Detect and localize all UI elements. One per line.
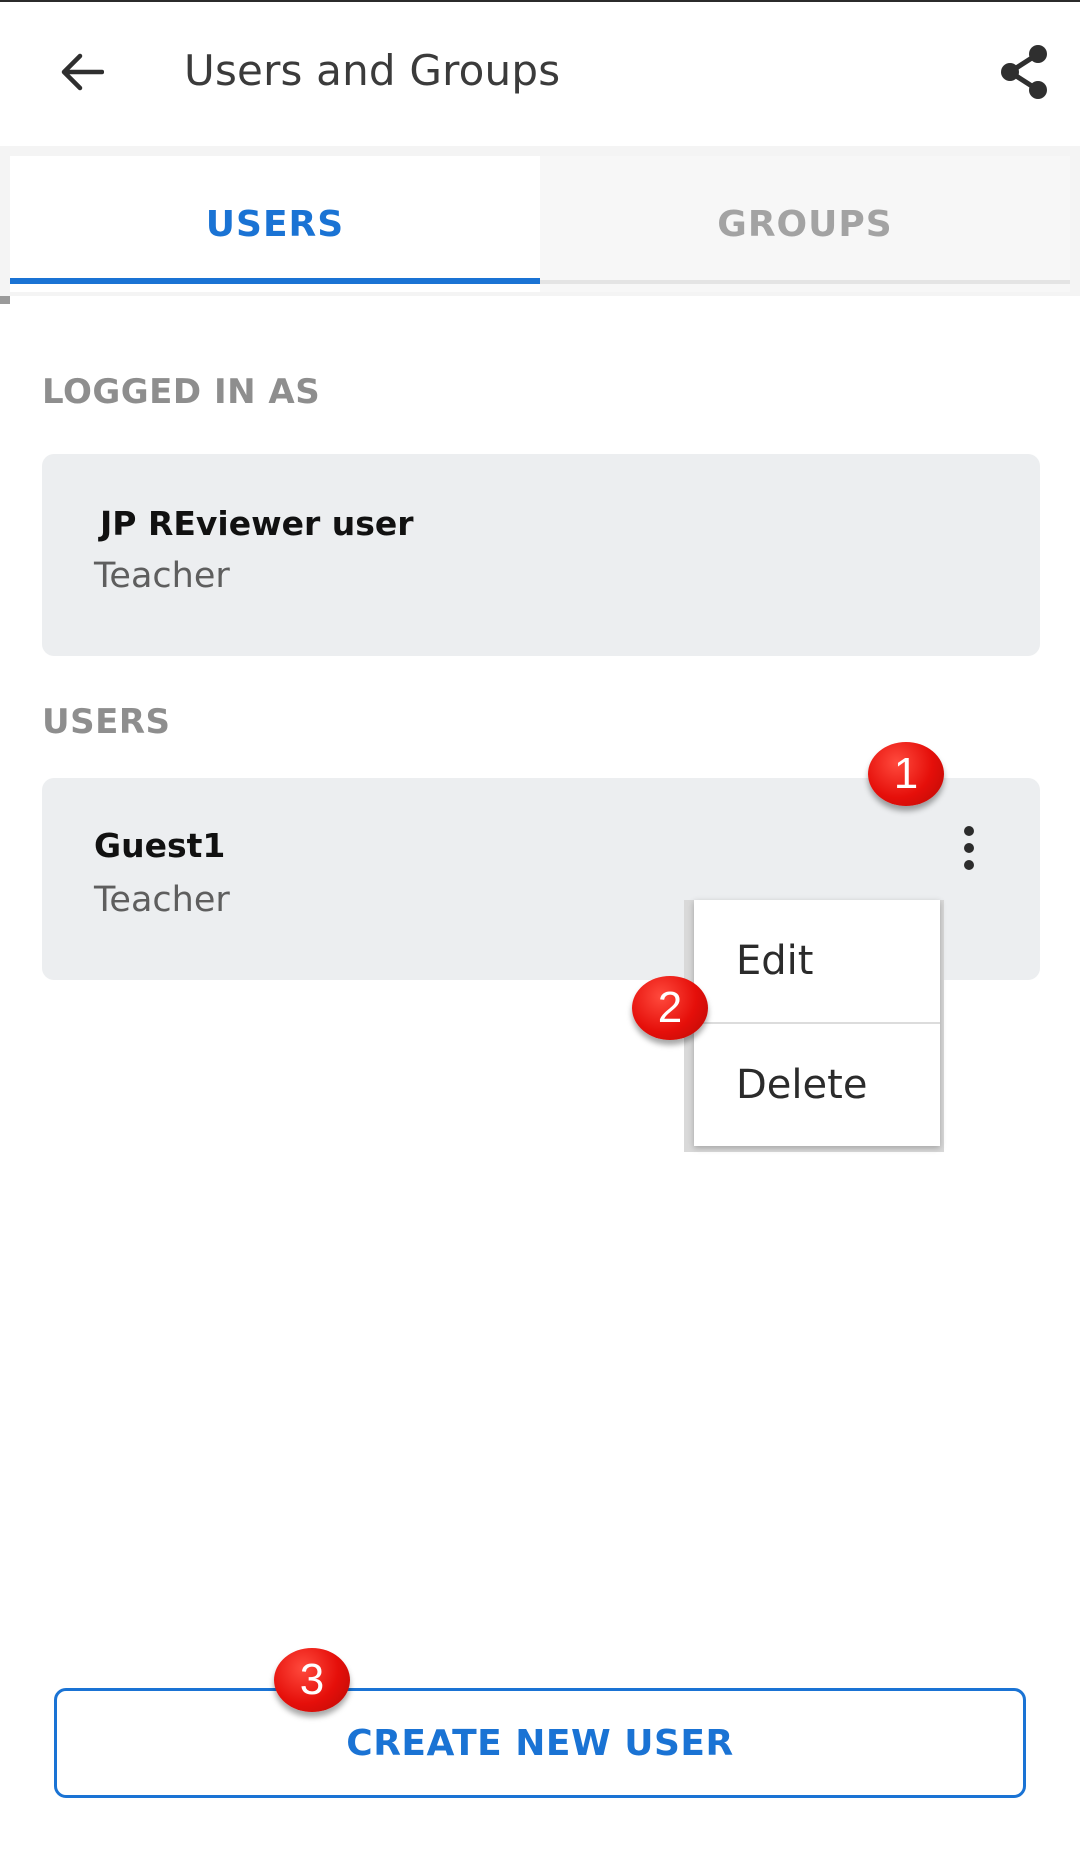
more-options-button[interactable] — [944, 818, 994, 878]
tab-groups[interactable]: GROUPS — [540, 156, 1070, 292]
create-new-user-button[interactable]: CREATE NEW USER — [54, 1688, 1026, 1798]
callout-badge-2: 2 — [632, 976, 708, 1040]
scroll-indicator — [0, 296, 10, 304]
app-bar: Users and Groups — [0, 2, 1080, 146]
users-section-label: USERS — [42, 702, 171, 742]
callout-badge-1: 1 — [868, 742, 944, 806]
tab-users[interactable]: USERS — [10, 156, 540, 292]
logged-in-user-name: JP REviewer user — [100, 504, 414, 543]
logged-in-section-label: LOGGED IN AS — [42, 372, 321, 412]
tab-underline — [540, 280, 1070, 284]
user-name: Guest1 — [94, 826, 226, 865]
logged-in-user-role: Teacher — [94, 556, 230, 596]
share-button[interactable] — [994, 40, 1054, 104]
user-role: Teacher — [94, 880, 230, 920]
back-button[interactable] — [52, 42, 112, 102]
page-title: Users and Groups — [184, 46, 561, 95]
context-menu: Edit Delete — [694, 900, 940, 1146]
logged-in-user-card: JP REviewer user Teacher — [42, 454, 1040, 656]
share-icon — [1001, 45, 1047, 99]
tab-bar: USERS GROUPS — [0, 146, 1080, 296]
more-vertical-icon — [964, 826, 974, 836]
menu-item-delete[interactable]: Delete — [694, 1024, 940, 1146]
arrow-left-icon — [61, 53, 104, 91]
active-tab-indicator — [10, 278, 540, 284]
menu-item-edit[interactable]: Edit — [694, 900, 940, 1022]
callout-badge-3: 3 — [274, 1648, 350, 1712]
users-and-groups-screen: Users and Groups USERS GROUPS LOGGED IN … — [0, 0, 1080, 1860]
